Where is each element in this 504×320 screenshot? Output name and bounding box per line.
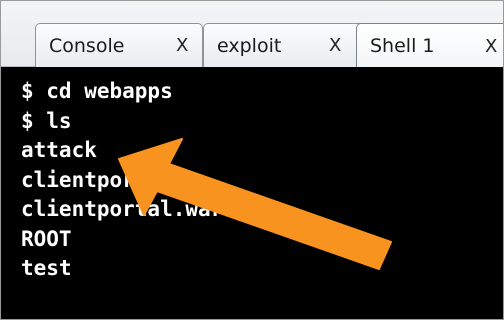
terminal-output[interactable]: $ cd webapps $ ls attack clientportal cl…	[1, 67, 503, 319]
terminal-line: clientportal.war	[21, 197, 224, 221]
terminal-line: attack	[21, 138, 97, 162]
tab-bar: Console X exploit X Shell 1 X	[1, 1, 503, 68]
close-icon[interactable]: X	[485, 36, 497, 57]
terminal-line: test	[21, 256, 72, 280]
tab-shell-1[interactable]: Shell 1 X	[356, 23, 503, 68]
tab-label: Shell 1	[370, 35, 435, 57]
close-icon[interactable]: X	[329, 35, 341, 56]
tab-exploit[interactable]: exploit X	[203, 23, 368, 67]
close-icon[interactable]: X	[176, 35, 188, 56]
terminal-line: $ cd webapps	[21, 79, 173, 103]
terminal-window: Console X exploit X Shell 1 X $ cd webap…	[0, 0, 504, 320]
terminal-line: $ ls	[21, 108, 72, 133]
tab-label: exploit	[217, 34, 282, 57]
terminal-line: clientportal	[21, 167, 173, 192]
terminal-line: ROOT	[21, 226, 72, 251]
tab-label: Console	[49, 34, 125, 57]
tab-console[interactable]: Console X	[35, 23, 203, 67]
